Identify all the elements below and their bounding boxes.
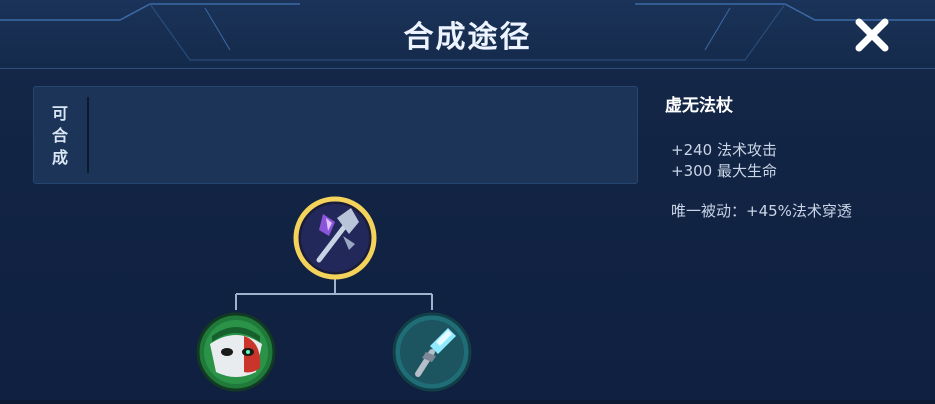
crystal-wand-icon bbox=[392, 312, 472, 392]
close-x-icon bbox=[855, 18, 889, 52]
craftable-label-char: 成 bbox=[51, 148, 68, 167]
void-staff-icon bbox=[293, 196, 377, 280]
root-item-void-staff[interactable] bbox=[293, 196, 377, 280]
craftable-label: 可 合 成 bbox=[51, 103, 69, 169]
component-item-mask[interactable] bbox=[196, 312, 276, 392]
craftable-label-char: 可 bbox=[51, 104, 68, 123]
synthesis-panel: 合成途径 可 合 成 虚无法杖 +240 法术攻击 +300 最大生命 唯一被动… bbox=[0, 0, 935, 400]
item-stat: +300 最大生命 bbox=[671, 162, 777, 180]
item-name: 虚无法杖 bbox=[665, 96, 733, 116]
panel-header: 合成途径 bbox=[0, 0, 935, 69]
page-title: 合成途径 bbox=[403, 20, 532, 55]
component-item-crystal-wand[interactable] bbox=[392, 312, 472, 392]
item-stat: +240 法术攻击 bbox=[671, 141, 777, 159]
craftable-section: 可 合 成 bbox=[33, 86, 638, 184]
item-passive: 唯一被动：+45%法术穿透 bbox=[671, 202, 852, 220]
craftable-label-char: 合 bbox=[51, 126, 68, 145]
close-button[interactable] bbox=[851, 14, 893, 56]
mask-icon bbox=[196, 312, 276, 392]
craftable-divider bbox=[87, 97, 89, 173]
